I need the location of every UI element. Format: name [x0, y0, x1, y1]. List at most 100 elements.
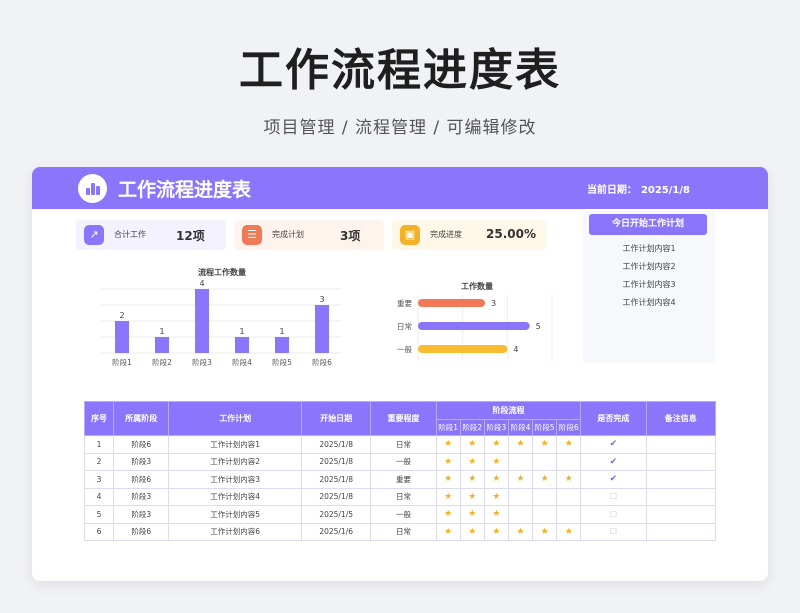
cell-index[interactable]: 4: [83, 487, 115, 506]
cell-importance[interactable]: 日常: [370, 522, 437, 541]
star-icon: ★: [492, 456, 501, 467]
bar: [315, 305, 329, 353]
cell-stage[interactable]: 阶段6: [113, 522, 170, 541]
cell-stage-flow[interactable]: ★: [459, 505, 485, 524]
cell-plan[interactable]: 工作计划内容4: [168, 487, 302, 506]
cell-start-date[interactable]: 2025/1/8: [300, 487, 372, 506]
cell-note[interactable]: [645, 522, 717, 541]
cell-plan[interactable]: 工作计划内容2: [168, 452, 302, 471]
cell-note[interactable]: [645, 435, 717, 454]
cell-index[interactable]: 6: [83, 522, 115, 541]
cell-plan[interactable]: 工作计划内容5: [168, 505, 302, 524]
bar: [418, 299, 485, 307]
col-header-index: 序号: [83, 401, 115, 436]
cell-importance[interactable]: 日常: [370, 435, 437, 454]
cell-note[interactable]: [645, 505, 717, 524]
cell-start-date[interactable]: 2025/1/5: [300, 505, 372, 524]
cell-done[interactable]: ☐: [580, 522, 647, 541]
col-header-stage-1: 阶段1: [435, 419, 461, 436]
cell-stage-flow[interactable]: ★: [459, 522, 485, 541]
cell-stage-flow[interactable]: ★: [556, 522, 582, 541]
cell-stage-flow[interactable]: ★: [483, 470, 509, 489]
col-header-stage: 所属阶段: [113, 401, 170, 436]
cell-stage-flow[interactable]: ★: [459, 435, 485, 454]
bar: [115, 321, 129, 353]
cell-plan[interactable]: 工作计划内容1: [168, 435, 302, 454]
cell-stage[interactable]: 阶段6: [113, 435, 170, 454]
cell-importance[interactable]: 重要: [370, 470, 437, 489]
cell-stage-flow[interactable]: ★: [532, 522, 558, 541]
importance-count-chart: 重要 3 日常 5 一般 4: [397, 295, 553, 361]
progress-icon: ▣: [400, 225, 420, 245]
cell-stage-flow[interactable]: [507, 487, 534, 506]
cell-stage-flow[interactable]: ★: [532, 470, 558, 489]
cell-done[interactable]: ✔: [580, 435, 647, 454]
table-row: 5 阶段3 工作计划内容5 2025/1/5 一般 ★ ★ ★ ☐: [83, 505, 717, 524]
cell-stage-flow[interactable]: [507, 452, 534, 471]
cell-stage-flow[interactable]: ★: [435, 487, 461, 506]
cell-stage-flow[interactable]: ★: [435, 452, 461, 471]
cell-start-date[interactable]: 2025/1/8: [300, 470, 372, 489]
cell-stage-flow[interactable]: ★: [483, 522, 509, 541]
cell-index[interactable]: 1: [83, 435, 115, 454]
cell-done[interactable]: ☐: [580, 487, 647, 506]
star-icon: ★: [444, 474, 453, 485]
cell-start-date[interactable]: 2025/1/8: [300, 452, 372, 471]
cell-plan[interactable]: 工作计划内容6: [168, 522, 302, 541]
cell-stage-flow[interactable]: ★: [556, 435, 582, 454]
cell-stage-flow[interactable]: ★: [507, 522, 534, 541]
cell-start-date[interactable]: 2025/1/6: [300, 522, 372, 541]
tick-label: 重要: [397, 299, 412, 308]
cell-stage-flow[interactable]: [532, 487, 558, 506]
cell-note[interactable]: [645, 452, 717, 471]
data-label: 4: [199, 279, 204, 288]
cell-stage-flow[interactable]: ★: [459, 470, 485, 489]
cell-stage-flow[interactable]: ★: [435, 435, 461, 454]
cell-stage-flow[interactable]: [532, 452, 558, 471]
cell-index[interactable]: 3: [83, 470, 115, 489]
cell-done[interactable]: ✔: [580, 452, 647, 471]
hero-subtitle: 项目管理 / 流程管理 / 可编辑修改: [263, 118, 537, 138]
cell-stage-flow[interactable]: ★: [532, 435, 558, 454]
empty-checkbox-icon: ☐: [609, 527, 618, 537]
star-icon: ★: [540, 439, 549, 450]
cell-importance[interactable]: 一般: [370, 505, 437, 524]
cell-index[interactable]: 2: [83, 452, 115, 471]
cell-note[interactable]: [645, 487, 717, 506]
cell-stage[interactable]: 阶段3: [113, 505, 170, 524]
current-date: 当前日期： 2025/1/8: [579, 181, 690, 196]
cell-stage-flow[interactable]: ★: [556, 470, 582, 489]
cell-stage-flow[interactable]: [532, 505, 558, 524]
cell-index[interactable]: 5: [83, 505, 115, 524]
cell-stage-flow[interactable]: [556, 505, 582, 524]
cell-stage-flow[interactable]: ★: [483, 452, 509, 471]
cell-stage-flow[interactable]: ★: [507, 470, 534, 489]
star-icon: ★: [564, 474, 573, 485]
cell-stage[interactable]: 阶段6: [113, 470, 170, 489]
cell-plan[interactable]: 工作计划内容3: [168, 470, 302, 489]
tick-label: 日常: [397, 322, 412, 331]
cell-stage[interactable]: 阶段3: [113, 487, 170, 506]
chart-title: 流程工作数量: [198, 268, 246, 277]
cell-stage-flow[interactable]: ★: [459, 487, 485, 506]
cell-done[interactable]: ☐: [580, 505, 647, 524]
cell-stage[interactable]: 阶段3: [113, 452, 170, 471]
cell-stage-flow[interactable]: [556, 487, 582, 506]
cell-stage-flow[interactable]: ★: [435, 470, 461, 489]
cell-stage-flow[interactable]: [507, 505, 534, 524]
cell-stage-flow[interactable]: ★: [483, 505, 509, 524]
cell-note[interactable]: [645, 470, 717, 489]
cell-importance[interactable]: 日常: [370, 487, 437, 506]
cell-stage-flow[interactable]: ★: [483, 435, 509, 454]
cell-stage-flow[interactable]: ★: [435, 505, 461, 524]
cell-stage-flow[interactable]: ★: [459, 452, 485, 471]
cell-stage-flow[interactable]: ★: [507, 435, 534, 454]
kpi-label: 合计工作: [114, 230, 146, 239]
cell-stage-flow[interactable]: ★: [483, 487, 509, 506]
cell-stage-flow[interactable]: ★: [435, 522, 461, 541]
star-icon: ★: [444, 456, 453, 467]
cell-done[interactable]: ✔: [580, 470, 647, 489]
cell-stage-flow[interactable]: [556, 452, 582, 471]
cell-start-date[interactable]: 2025/1/8: [300, 435, 372, 454]
cell-importance[interactable]: 一般: [370, 452, 437, 471]
